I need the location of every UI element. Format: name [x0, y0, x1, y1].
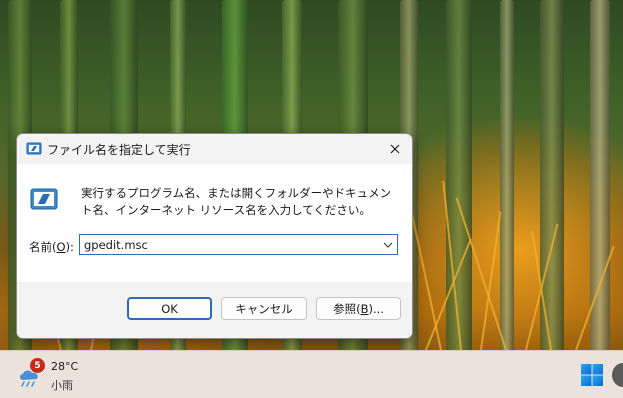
weather-badge: 5 [30, 358, 45, 373]
open-input[interactable] [80, 235, 374, 254]
run-icon [26, 142, 42, 155]
cancel-button-label: キャンセル [235, 301, 293, 316]
weather-condition: 小雨 [51, 379, 73, 392]
browse-label-accesskey: B [360, 301, 369, 316]
bamboo-stalk [446, 0, 472, 360]
taskbar: 5 28°C 小雨 [0, 350, 623, 398]
ok-button-label: OK [161, 301, 178, 316]
close-button[interactable] [382, 137, 408, 161]
close-icon [390, 144, 400, 154]
run-dialog: ファイル名を指定して実行 実行するプログラム名、または開くフォルダーやドキュメン… [16, 133, 413, 339]
start-button[interactable] [580, 363, 604, 387]
ok-button[interactable]: OK [127, 297, 212, 320]
open-combobox[interactable] [79, 234, 398, 255]
dialog-content: 実行するプログラム名、または開くフォルダーやドキュメント名、インターネット リソ… [17, 164, 412, 282]
bamboo-stalk [500, 0, 514, 360]
cancel-button[interactable]: キャンセル [221, 297, 307, 320]
browse-label-text: 参照( [333, 301, 361, 316]
open-label-suffix: ): [65, 240, 74, 254]
taskbar-app-icon[interactable] [612, 363, 623, 387]
desktop: ファイル名を指定して実行 実行するプログラム名、または開くフォルダーやドキュメン… [0, 0, 623, 398]
dialog-footer: OK キャンセル 参照(B)... [17, 282, 412, 338]
dialog-description: 実行するプログラム名、または開くフォルダーやドキュメント名、インターネット リソ… [81, 186, 392, 217]
weather-temperature: 28°C [51, 360, 79, 373]
open-label: 名前(O): [29, 239, 74, 255]
open-label-accesskey: O [56, 240, 66, 254]
run-program-icon [30, 188, 58, 210]
dialog-title: ファイル名を指定して実行 [47, 143, 191, 157]
weather-widget[interactable]: 5 28°C 小雨 [16, 358, 96, 394]
title-bar[interactable]: ファイル名を指定して実行 [17, 134, 412, 164]
chevron-down-icon[interactable] [382, 239, 394, 251]
open-label-text: 名前( [29, 240, 57, 254]
browse-button[interactable]: 参照(B)... [316, 297, 401, 320]
browse-label-suffix: )... [368, 301, 384, 316]
windows-start-icon [581, 364, 603, 386]
